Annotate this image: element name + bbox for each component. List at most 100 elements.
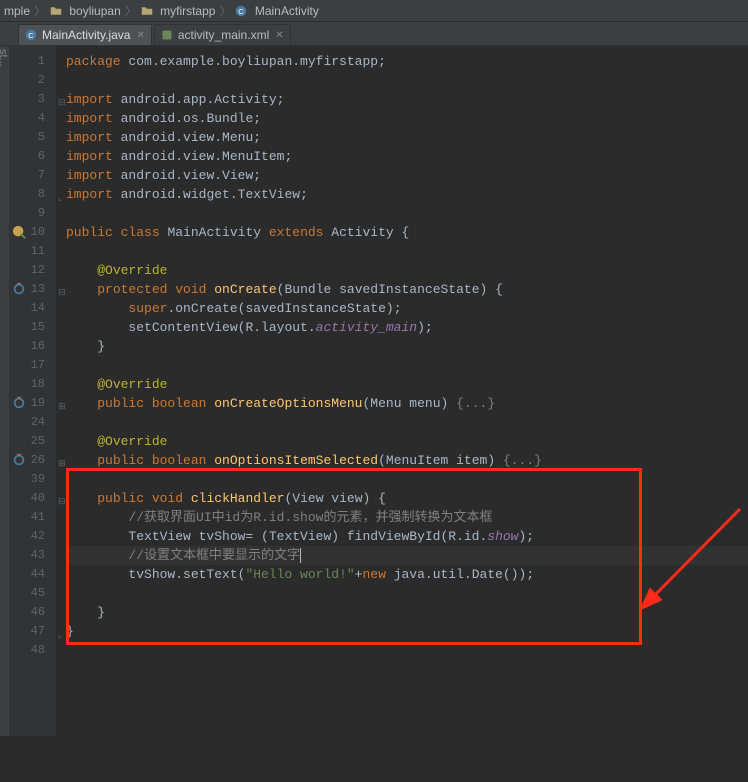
- line-number: 44: [31, 565, 45, 584]
- class-icon: C: [235, 5, 247, 17]
- code-line[interactable]: [66, 356, 748, 375]
- tab-activity-main-xml[interactable]: activity_main.xml ✕: [154, 24, 291, 45]
- code-line[interactable]: [66, 470, 748, 489]
- line-number: 14: [31, 299, 45, 318]
- gutter-row: 8: [10, 185, 55, 204]
- override-icon[interactable]: [12, 453, 26, 467]
- code-line[interactable]: import android.os.Bundle;: [66, 109, 748, 128]
- close-icon[interactable]: ✕: [136, 30, 144, 41]
- line-number: 6: [38, 147, 45, 166]
- code-line[interactable]: @Override: [66, 261, 748, 280]
- gutter-row: 12: [10, 261, 55, 280]
- line-number: 1: [38, 52, 45, 71]
- gutter-row: 18: [10, 375, 55, 394]
- code-line[interactable]: ⌞import android.widget.TextView;: [66, 185, 748, 204]
- gutter-row: 4: [10, 109, 55, 128]
- tab-label: MainActivity.java: [42, 28, 130, 42]
- code-line[interactable]: public class MainActivity extends Activi…: [66, 223, 748, 242]
- code-line[interactable]: [66, 242, 748, 261]
- code-line[interactable]: @Override: [66, 375, 748, 394]
- fold-start-icon[interactable]: ⊟: [58, 284, 65, 291]
- code-line[interactable]: ⌞}: [66, 622, 748, 641]
- chevron-right-icon: 〉: [34, 2, 46, 19]
- code-line[interactable]: }: [66, 337, 748, 356]
- code-line[interactable]: import android.view.Menu;: [66, 128, 748, 147]
- class-icon: C: [25, 29, 37, 41]
- code-line[interactable]: ⊟import android.app.Activity;: [66, 90, 748, 109]
- fold-collapsed-icon[interactable]: ⊞: [58, 398, 65, 405]
- line-number: 45: [31, 584, 45, 603]
- tab-main-activity-java[interactable]: C MainActivity.java ✕: [18, 24, 152, 45]
- close-icon[interactable]: ✕: [275, 30, 283, 41]
- editor-tabs: C MainActivity.java ✕ activity_main.xml …: [0, 22, 748, 46]
- code-line[interactable]: ⊞ public boolean onOptionsItemSelected(M…: [66, 451, 748, 470]
- gutter-row: 45: [10, 584, 55, 603]
- tool-window-stub[interactable]: st...: [0, 46, 10, 736]
- gutter-row: 40: [10, 489, 55, 508]
- line-number: 13: [31, 280, 45, 299]
- code-area[interactable]: package com.example.boyliupan.myfirstapp…: [56, 46, 748, 736]
- line-number: 12: [31, 261, 45, 280]
- code-line[interactable]: tvShow.setText("Hello world!"+new java.u…: [66, 565, 748, 584]
- gutter: 1234567891011121314151617181924252639404…: [10, 46, 56, 736]
- code-line[interactable]: [66, 204, 748, 223]
- gutter-row: 44: [10, 565, 55, 584]
- line-number: 8: [38, 185, 45, 204]
- line-number: 43: [31, 546, 45, 565]
- breadcrumb-item[interactable]: boyliupan: [50, 4, 121, 18]
- folder-icon: [141, 5, 153, 17]
- override-icon[interactable]: [12, 396, 26, 410]
- breadcrumb-item[interactable]: mple: [4, 4, 30, 18]
- gutter-row: 14: [10, 299, 55, 318]
- breadcrumb-item[interactable]: C MainActivity: [235, 4, 318, 18]
- line-number: 40: [31, 489, 45, 508]
- override-icon[interactable]: [12, 282, 26, 296]
- tab-label: activity_main.xml: [178, 28, 269, 42]
- code-line[interactable]: [66, 71, 748, 90]
- code-line[interactable]: setContentView(R.layout.activity_main);: [66, 318, 748, 337]
- code-line[interactable]: [66, 641, 748, 660]
- gutter-row: 42: [10, 527, 55, 546]
- code-line[interactable]: [66, 413, 748, 432]
- code-line[interactable]: //设置文本框中要显示的文字: [66, 546, 748, 565]
- code-line[interactable]: [66, 584, 748, 603]
- code-line[interactable]: package com.example.boyliupan.myfirstapp…: [66, 52, 748, 71]
- line-number: 11: [31, 242, 45, 261]
- line-number: 26: [31, 451, 45, 470]
- code-line[interactable]: //获取界面UI中id为R.id.show的元素，并强制转换为文本框: [66, 508, 748, 527]
- fold-start-icon[interactable]: ⊟: [58, 493, 65, 500]
- fold-collapsed-icon[interactable]: ⊞: [58, 455, 65, 462]
- gutter-row: 9: [10, 204, 55, 223]
- line-number: 41: [31, 508, 45, 527]
- code-line[interactable]: ⊟ public void clickHandler(View view) {: [66, 489, 748, 508]
- fold-end-icon[interactable]: ⌞: [58, 189, 65, 196]
- class-run-icon[interactable]: [12, 225, 26, 239]
- code-line[interactable]: ⊞ public boolean onCreateOptionsMenu(Men…: [66, 394, 748, 413]
- breadcrumb-item[interactable]: myfirstapp: [141, 4, 216, 18]
- fold-start-icon[interactable]: ⊟: [58, 94, 65, 101]
- code-line[interactable]: TextView tvShow= (TextView) findViewById…: [66, 527, 748, 546]
- line-number: 2: [38, 71, 45, 90]
- xml-icon: [161, 29, 173, 41]
- code-line[interactable]: @Override: [66, 432, 748, 451]
- gutter-row: 6: [10, 147, 55, 166]
- code-editor[interactable]: st... 1234567891011121314151617181924252…: [0, 46, 748, 736]
- line-number: 3: [38, 90, 45, 109]
- chevron-right-icon: 〉: [219, 2, 231, 19]
- gutter-row: 41: [10, 508, 55, 527]
- code-line[interactable]: }: [66, 603, 748, 622]
- gutter-row: 47: [10, 622, 55, 641]
- fold-end-icon[interactable]: ⌞: [58, 626, 65, 633]
- code-line[interactable]: ⊟ protected void onCreate(Bundle savedIn…: [66, 280, 748, 299]
- chevron-right-icon: 〉: [125, 2, 137, 19]
- line-number: 42: [31, 527, 45, 546]
- code-line[interactable]: super.onCreate(savedInstanceState);: [66, 299, 748, 318]
- code-line[interactable]: import android.view.MenuItem;: [66, 147, 748, 166]
- gutter-row: 2: [10, 71, 55, 90]
- gutter-row: 25: [10, 432, 55, 451]
- line-number: 25: [31, 432, 45, 451]
- gutter-row: 24: [10, 413, 55, 432]
- code-line[interactable]: import android.view.View;: [66, 166, 748, 185]
- gutter-row: 1: [10, 52, 55, 71]
- line-number: 5: [38, 128, 45, 147]
